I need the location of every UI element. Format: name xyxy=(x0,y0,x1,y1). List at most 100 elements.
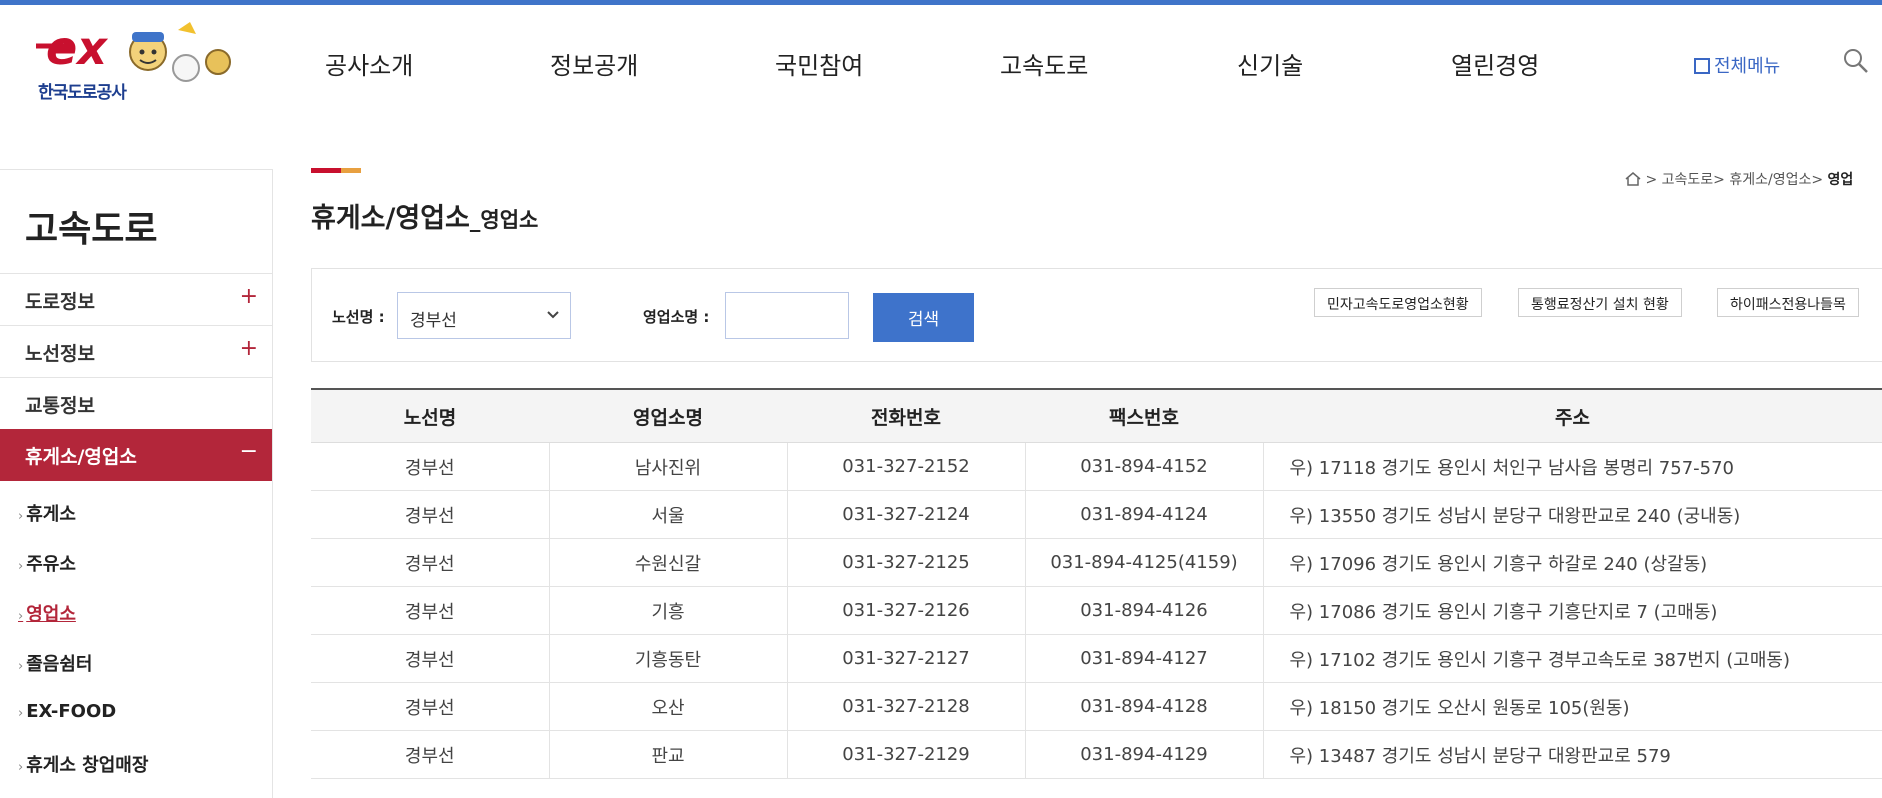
cell-fax: 031-894-4125(4159) xyxy=(1025,538,1264,587)
chevron-right-icon: › xyxy=(18,706,24,721)
side-sub-label: 졸음쉼터 xyxy=(26,654,93,675)
side-sub-label: EX-FOOD xyxy=(26,701,117,722)
cell-route: 경부선 xyxy=(311,682,550,731)
chevron-down-icon xyxy=(547,311,559,319)
side-sub-label: 휴게소 xyxy=(26,504,76,525)
page-subtitle: 영업소 xyxy=(480,208,539,232)
search-button[interactable]: 검색 xyxy=(873,293,974,342)
gnb-item-new-tech[interactable]: 신기술 xyxy=(1237,46,1303,81)
cell-address: 우) 18150 경기도 오산시 원동로 105(원동) xyxy=(1263,682,1882,731)
side-sub-label: 영업소 xyxy=(26,604,76,625)
toll-machine-status-link[interactable]: 통행료정산기 설치 현황 xyxy=(1518,288,1682,317)
breadcrumb-separator: > xyxy=(1811,172,1824,188)
cell-phone: 031-327-2125 xyxy=(787,538,1026,587)
side-sub-toll-office[interactable]: › 영업소 xyxy=(18,600,76,626)
cell-address: 우) 17118 경기도 용인시 처인구 남사읍 봉명리 757-570 xyxy=(1263,442,1882,491)
table-row: 경부선 기흥동탄 031-327-2127 031-894-4127 우) 17… xyxy=(311,634,1882,683)
table-header-row: 노선명 영업소명 전화번호 팩스번호 주소 xyxy=(311,388,1882,443)
side-menu-label: 노선정보 xyxy=(25,343,95,365)
private-expressway-offices-link[interactable]: 민자고속도로영업소현황 xyxy=(1314,288,1482,317)
home-icon[interactable] xyxy=(1625,172,1641,186)
cell-address: 우) 17096 경기도 용인시 기흥구 하갈로 240 (상갈동) xyxy=(1263,538,1882,587)
cell-phone: 031-327-2124 xyxy=(787,490,1026,539)
hipass-ic-link[interactable]: 하이패스전용나들목 xyxy=(1717,288,1859,317)
gnb-item-company[interactable]: 공사소개 xyxy=(325,46,413,81)
breadcrumb: > 고속도로> 휴게소/영업소> 영업 xyxy=(1625,169,1853,189)
side-nav-title: 고속도로 xyxy=(25,209,158,250)
gnb-item-participation[interactable]: 국민참여 xyxy=(775,46,863,81)
cell-route: 경부선 xyxy=(311,442,550,491)
breadcrumb-item[interactable]: 고속도로 xyxy=(1662,172,1714,188)
breadcrumb-separator: > xyxy=(1645,172,1658,188)
cell-phone: 031-327-2128 xyxy=(787,682,1026,731)
cell-office: 수원신갈 xyxy=(549,538,788,587)
col-office: 영업소명 xyxy=(549,388,787,443)
chevron-right-icon: › xyxy=(18,609,24,624)
breadcrumb-current: 영업 xyxy=(1827,172,1854,188)
page-title-main: 휴게소/영업소 xyxy=(311,203,470,234)
gnb-item-open-management[interactable]: 열린경영 xyxy=(1451,46,1539,81)
side-sub-gas-station[interactable]: › 주유소 xyxy=(18,550,76,576)
chevron-right-icon: › xyxy=(18,760,24,775)
chevron-right-icon: › xyxy=(18,509,24,524)
cell-office: 서울 xyxy=(549,490,788,539)
plus-icon: + xyxy=(239,284,258,309)
side-menu-label: 교통정보 xyxy=(25,395,95,417)
cell-route: 경부선 xyxy=(311,538,550,587)
table-row: 경부선 기흥 031-327-2126 031-894-4126 우) 1708… xyxy=(311,586,1882,635)
col-address: 주소 xyxy=(1263,388,1882,443)
route-select[interactable]: 경부선 xyxy=(397,292,571,339)
page-title-separator: _ xyxy=(469,208,481,232)
cell-fax: 031-894-4128 xyxy=(1025,682,1264,731)
external-link-icon xyxy=(1694,58,1710,74)
page-title: 휴게소/영업소_영업소 xyxy=(311,196,538,235)
side-menu-traffic-info[interactable]: 교통정보 xyxy=(0,377,272,429)
cell-office: 판교 xyxy=(549,730,788,779)
cell-address: 우) 13487 경기도 성남시 분당구 대왕판교로 579 xyxy=(1263,730,1882,779)
table-row: 경부선 오산 031-327-2128 031-894-4128 우) 1815… xyxy=(311,682,1882,731)
cell-address: 우) 13550 경기도 성남시 분당구 대왕판교로 240 (궁내동) xyxy=(1263,490,1882,539)
office-label: 영업소명 : xyxy=(643,308,710,326)
side-menu-rest-areas[interactable]: 휴게소/영업소 − xyxy=(0,429,272,481)
cell-office: 남사진위 xyxy=(549,442,788,491)
side-sub-ex-food[interactable]: › EX-FOOD xyxy=(18,701,116,722)
col-fax: 팩스번호 xyxy=(1025,388,1263,443)
cell-phone: 031-327-2129 xyxy=(787,730,1026,779)
cell-route: 경부선 xyxy=(311,586,550,635)
office-name-input[interactable] xyxy=(725,292,849,339)
minus-icon: − xyxy=(239,439,258,464)
side-sub-rest-area[interactable]: › 휴게소 xyxy=(18,500,76,526)
side-sub-drowsy-shelter[interactable]: › 졸음쉼터 xyxy=(18,650,92,676)
breadcrumb-item[interactable]: 휴게소/영업소 xyxy=(1729,172,1811,188)
top-accent-bar xyxy=(0,0,1882,5)
cell-route: 경부선 xyxy=(311,634,550,683)
side-menu-route-info[interactable]: 노선정보 + xyxy=(0,325,272,377)
cell-office: 오산 xyxy=(549,682,788,731)
cell-address: 우) 17086 경기도 용인시 기흥구 기흥단지로 7 (고매동) xyxy=(1263,586,1882,635)
breadcrumb-separator: > xyxy=(1713,172,1725,188)
cell-fax: 031-894-4126 xyxy=(1025,586,1264,635)
cell-fax: 031-894-4127 xyxy=(1025,634,1264,683)
side-sub-label: 휴게소 창업매장 xyxy=(26,755,149,776)
cell-route: 경부선 xyxy=(311,730,550,779)
side-sub-startup-store[interactable]: › 휴게소 창업매장 xyxy=(18,751,148,777)
plus-icon: + xyxy=(239,336,258,361)
table-row: 경부선 판교 031-327-2129 031-894-4129 우) 1348… xyxy=(311,730,1882,779)
chevron-right-icon: › xyxy=(18,659,24,674)
search-icon[interactable] xyxy=(1843,48,1869,74)
cell-phone: 031-327-2152 xyxy=(787,442,1026,491)
title-accent-bar xyxy=(311,168,361,173)
chevron-right-icon: › xyxy=(18,559,24,574)
logo[interactable]: ex 한국도로공사 xyxy=(28,18,243,103)
cell-phone: 031-327-2127 xyxy=(787,634,1026,683)
side-sub-label: 주유소 xyxy=(26,554,76,575)
gnb-item-expressway[interactable]: 고속도로 xyxy=(1000,46,1088,81)
gnb-item-info-open[interactable]: 정보공개 xyxy=(550,46,638,81)
all-menu-button[interactable]: 전체메뉴 xyxy=(1694,52,1780,78)
brand-name: 한국도로공사 xyxy=(38,83,127,103)
side-menu-road-info[interactable]: 도로정보 + xyxy=(0,273,272,325)
all-menu-label: 전체메뉴 xyxy=(1714,56,1781,77)
cell-fax: 031-894-4124 xyxy=(1025,490,1264,539)
table-row: 경부선 서울 031-327-2124 031-894-4124 우) 1355… xyxy=(311,490,1882,539)
side-menu-label: 휴게소/영업소 xyxy=(25,446,137,468)
